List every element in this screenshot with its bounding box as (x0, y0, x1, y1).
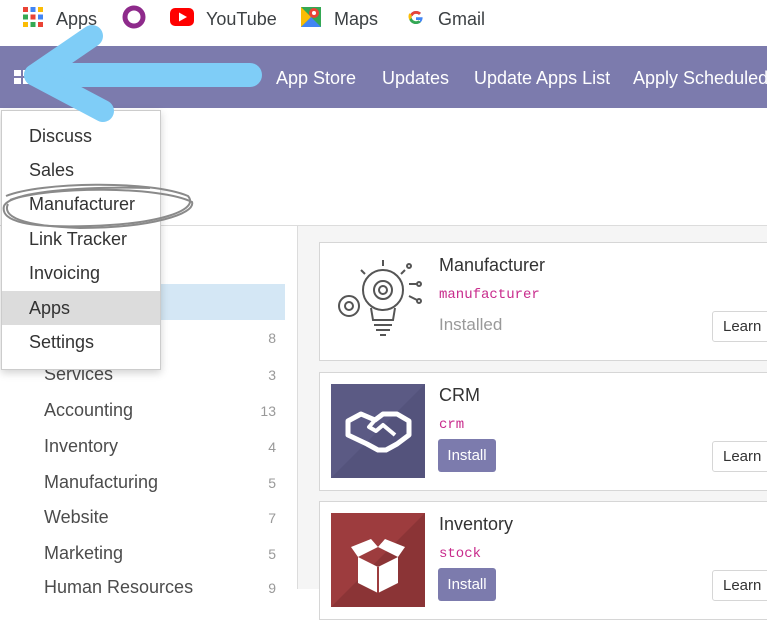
circle-annotation (2, 183, 194, 230)
arrow-annotation (24, 25, 262, 122)
annotation-overlay (2, 25, 262, 230)
